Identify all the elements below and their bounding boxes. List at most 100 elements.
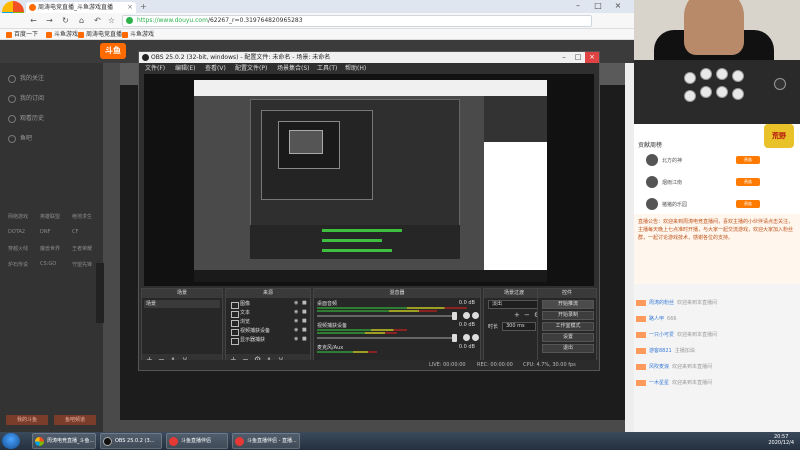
- chat-user[interactable]: 周涛的粉丝: [649, 300, 674, 306]
- lock-icon[interactable]: ■: [302, 309, 307, 315]
- close-window-icon[interactable]: ×: [610, 0, 626, 12]
- fishbar-channel-button[interactable]: 鱼吧频道: [54, 415, 96, 425]
- category-link[interactable]: 魔兽世界: [40, 245, 60, 252]
- taskbar-douyu-companion[interactable]: 斗鱼直播伴侣: [166, 433, 228, 449]
- menu-profile[interactable]: 配置文件(P): [235, 63, 267, 74]
- sidebar-item-follow[interactable]: 我的关注: [8, 73, 44, 83]
- rank-row[interactable]: 猪猪的乐园 贵族: [638, 198, 798, 212]
- bookmark-item[interactable]: 百度一下: [6, 29, 38, 40]
- menu-edit[interactable]: 编辑(E): [175, 63, 195, 74]
- channel-settings-icon[interactable]: [472, 312, 479, 319]
- speaker-icon[interactable]: [463, 312, 470, 319]
- visibility-eye-icon[interactable]: ◉: [294, 300, 298, 306]
- undo-icon[interactable]: ↶: [92, 15, 103, 26]
- add-transition-icon[interactable]: +: [514, 311, 520, 319]
- sidebar-item-fishbar[interactable]: 鱼吧: [8, 133, 32, 143]
- lock-icon[interactable]: ■: [302, 327, 307, 333]
- volume-knob[interactable]: [452, 312, 457, 320]
- level-meter: [317, 351, 377, 353]
- volume-slider[interactable]: [317, 312, 457, 320]
- menu-scene-collection[interactable]: 场景集合(S): [277, 63, 310, 74]
- category-link[interactable]: 守望先锋: [72, 261, 92, 268]
- bookmark-item[interactable]: 周涛电竞直播: [78, 29, 122, 40]
- minimize-icon[interactable]: –: [570, 0, 586, 12]
- forward-icon[interactable]: →: [44, 15, 55, 26]
- scene-item[interactable]: 场景: [144, 300, 220, 308]
- start-button-icon[interactable]: [2, 433, 20, 449]
- chat-user[interactable]: 游客8821: [649, 348, 672, 354]
- obs-title-bar[interactable]: OBS 25.0.2 (32-bit, windows) - 配置文件: 未命名…: [139, 52, 599, 63]
- address-bar[interactable]: https://www.douyu.com/62267_r=0.31976482…: [122, 15, 592, 27]
- obs-close-icon[interactable]: ×: [585, 52, 599, 63]
- lock-icon[interactable]: ■: [302, 336, 307, 342]
- menu-tools[interactable]: 工具(T): [317, 63, 337, 74]
- category-link[interactable]: CS:GO: [40, 261, 56, 267]
- remove-transition-icon[interactable]: −: [524, 311, 530, 319]
- bookmark-item[interactable]: 斗鱼游戏: [46, 29, 78, 40]
- taskbar-obs[interactable]: OBS 25.0.2 (3...: [100, 433, 162, 449]
- bookmark-item[interactable]: 斗鱼游戏: [122, 29, 154, 40]
- system-clock[interactable]: 20:57 2020/12/4: [768, 434, 794, 446]
- menu-view[interactable]: 查看(V): [205, 63, 226, 74]
- new-tab-button[interactable]: +: [140, 2, 147, 11]
- preview-captured-desktop: [194, 80, 547, 282]
- taskbar-douyu-live[interactable]: 斗鱼直播伴侣 - 直播...: [232, 433, 300, 449]
- settings-button[interactable]: 设置: [542, 333, 594, 342]
- category-link[interactable]: 英雄联盟: [40, 213, 60, 220]
- my-douyu-button[interactable]: 我的斗鱼: [6, 415, 48, 425]
- visibility-eye-icon[interactable]: ◉: [294, 318, 298, 324]
- start-recording-button[interactable]: 开始录制: [542, 311, 594, 320]
- douyu-logo-icon[interactable]: 斗鱼: [100, 43, 126, 59]
- gift-promo-logo[interactable]: 荒野: [764, 124, 794, 148]
- chat-message: 路人甲 666: [636, 312, 800, 326]
- start-streaming-button[interactable]: 开始推流: [542, 300, 594, 309]
- lock-icon[interactable]: ■: [302, 318, 307, 324]
- speaker-icon[interactable]: [463, 334, 470, 341]
- close-tab-icon[interactable]: ×: [127, 2, 133, 13]
- category-link[interactable]: CF: [72, 229, 78, 235]
- sidebar-item-history[interactable]: 观看历史: [8, 113, 44, 123]
- sidebar-collapse-handle[interactable]: [96, 263, 104, 323]
- volume-knob[interactable]: [452, 334, 457, 342]
- rank-row[interactable]: 北方的神 贵族: [638, 154, 798, 168]
- category-link[interactable]: 王者荣耀: [72, 245, 92, 252]
- category-link[interactable]: 炉石传说: [8, 261, 28, 268]
- category-link[interactable]: DOTA2: [8, 229, 25, 235]
- menu-file[interactable]: 文件(F): [145, 63, 165, 74]
- maximize-icon[interactable]: □: [590, 0, 606, 12]
- browser-tab[interactable]: 周涛电竞直播_斗鱼游戏直播 ×: [26, 2, 136, 13]
- chat-user[interactable]: 一木星星: [649, 380, 669, 386]
- scenes-header: 场景: [142, 289, 222, 298]
- chat-user[interactable]: 风吹麦浪: [649, 364, 669, 370]
- rank-row[interactable]: 烟雨江南 贵族: [638, 176, 798, 190]
- page-scrollbar[interactable]: [625, 63, 634, 432]
- category-link[interactable]: 绝地求生: [72, 213, 92, 220]
- visibility-eye-icon[interactable]: ◉: [294, 309, 298, 315]
- lock-icon[interactable]: ■: [302, 300, 307, 306]
- level-badge: [636, 331, 646, 338]
- visibility-eye-icon[interactable]: ◉: [294, 327, 298, 333]
- sidebar-item-subscribe[interactable]: 我的订阅: [8, 93, 44, 103]
- category-link[interactable]: DNF: [40, 229, 50, 235]
- exit-button[interactable]: 退出: [542, 344, 594, 353]
- transition-select[interactable]: 淡出: [488, 300, 542, 309]
- back-icon[interactable]: ←: [28, 15, 39, 26]
- category-link[interactable]: 网络游戏: [8, 213, 28, 220]
- chat-user[interactable]: 一只小可爱: [649, 332, 674, 338]
- obs-window: OBS 25.0.2 (32-bit, windows) - 配置文件: 未命名…: [138, 51, 600, 371]
- chat-user[interactable]: 路人甲: [649, 316, 664, 322]
- taskbar-browser[interactable]: 周涛电竞直播_斗鱼...: [32, 433, 96, 449]
- category-link[interactable]: 穿越火线: [8, 245, 28, 252]
- channel-settings-icon[interactable]: [472, 334, 479, 341]
- obs-preview[interactable]: [144, 74, 594, 286]
- obs-maximize-icon[interactable]: □: [571, 52, 585, 63]
- home-icon[interactable]: ⌂: [76, 15, 87, 26]
- reload-icon[interactable]: ↻: [60, 15, 71, 26]
- studio-mode-button[interactable]: 工作室模式: [542, 322, 594, 331]
- volume-slider[interactable]: [317, 334, 457, 342]
- obs-minimize-icon[interactable]: –: [557, 52, 571, 63]
- visibility-eye-icon[interactable]: ◉: [294, 336, 298, 342]
- duration-input[interactable]: 300 ms: [502, 322, 536, 331]
- star-icon[interactable]: ☆: [106, 15, 117, 26]
- menu-help[interactable]: 帮助(H): [345, 63, 366, 74]
